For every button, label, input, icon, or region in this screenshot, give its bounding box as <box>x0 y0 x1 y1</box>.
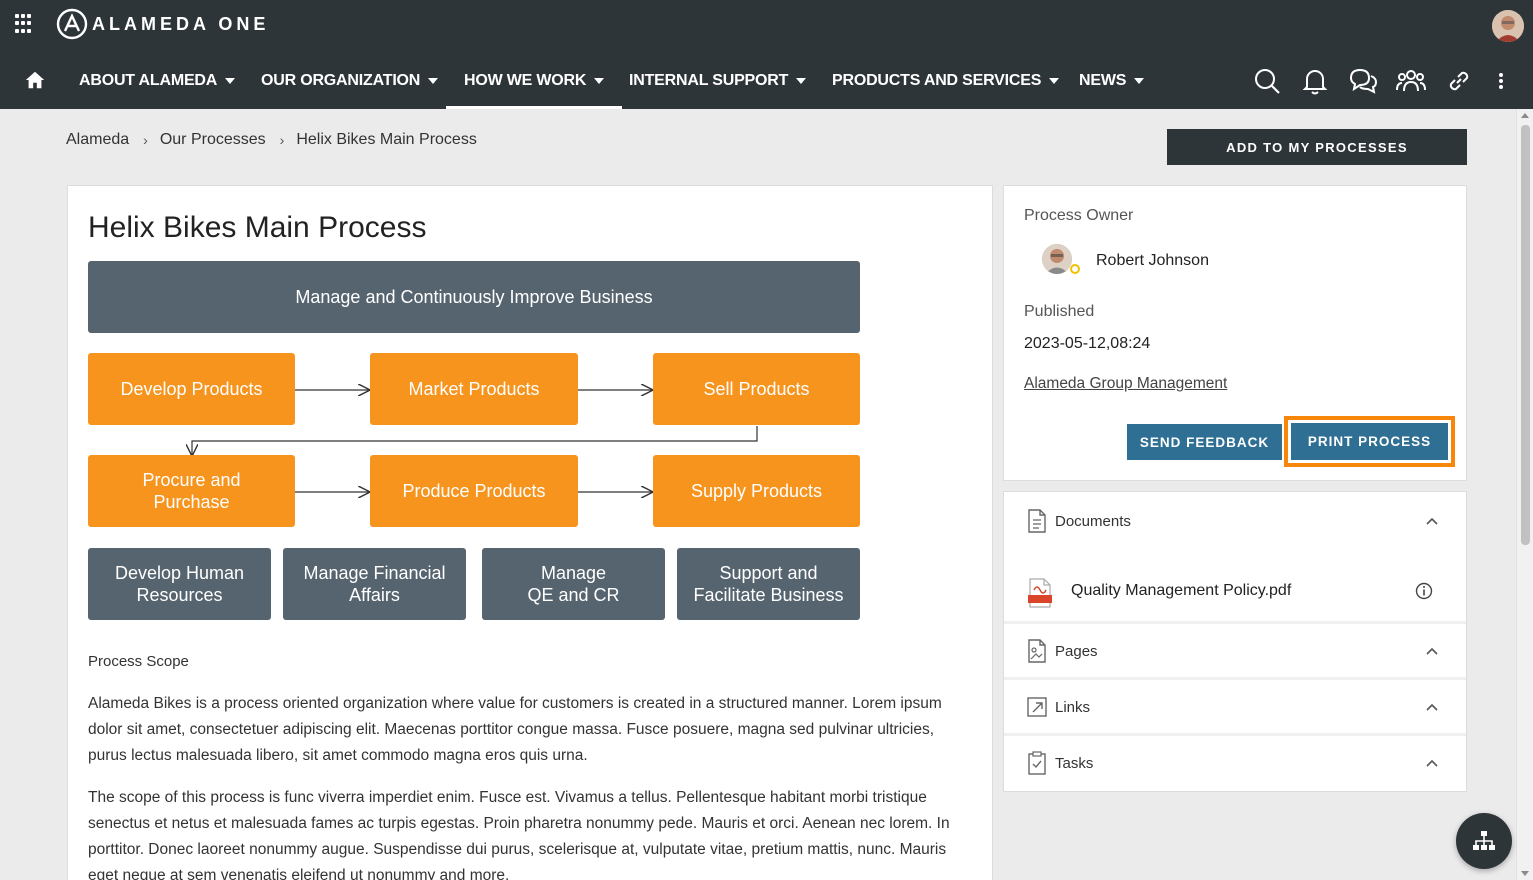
scroll-down-icon[interactable] <box>1521 871 1529 876</box>
sitemap-icon <box>1473 831 1495 850</box>
process-box-market-products[interactable]: Market Products <box>370 353 578 425</box>
accordion-label: Pages <box>1055 642 1098 660</box>
app-launcher-icon[interactable] <box>15 14 35 34</box>
search-icon[interactable] <box>1251 65 1283 97</box>
accordion-label: Links <box>1055 698 1091 716</box>
breadcrumb-item[interactable]: Alameda <box>66 131 129 149</box>
process-scope-heading: Process Scope <box>88 653 189 670</box>
process-diagram: Manage and Continuously Improve Business… <box>88 261 860 621</box>
nav-products-and-services[interactable]: PRODUCTS AND SERVICES <box>832 52 1060 109</box>
group-management-link[interactable]: Alameda Group Management <box>1024 375 1227 393</box>
owner-name[interactable]: Robert Johnson <box>1096 252 1209 270</box>
print-process-highlight: PRINT PROCESS <box>1284 416 1455 467</box>
accordion-tasks[interactable]: Tasks <box>1004 748 1466 778</box>
published-label: Published <box>1024 303 1095 320</box>
nav-label: HOW WE WORK <box>464 71 587 89</box>
process-box-develop-products[interactable]: Develop Products <box>88 353 295 425</box>
nav-label: PRODUCTS AND SERVICES <box>832 71 1042 89</box>
nav-icon-group <box>1251 65 1511 97</box>
process-box-support-business[interactable]: Support and Facilitate Business <box>677 548 860 620</box>
process-box-manage-financial[interactable]: Manage Financial Affairs <box>283 548 466 620</box>
add-to-my-processes-button[interactable]: ADD TO MY PROCESSES <box>1167 129 1467 165</box>
app-name: ALAMEDA ONE <box>92 13 270 34</box>
caret-down-icon <box>594 77 605 84</box>
send-feedback-button[interactable]: SEND FEEDBACK <box>1127 424 1282 460</box>
breadcrumb-current: Helix Bikes Main Process <box>296 131 477 148</box>
divider <box>1004 621 1466 624</box>
scroll-thumb[interactable] <box>1521 125 1530 545</box>
document-icon <box>1028 509 1046 533</box>
main-nav: ABOUT ALAMEDA OUR ORGANIZATION HOW WE WO… <box>0 52 1533 109</box>
document-item[interactable]: Quality Management Policy.pdf <box>1004 570 1466 614</box>
process-box-procure-purchase[interactable]: Procure and Purchase <box>88 455 295 527</box>
process-card: Helix Bikes Main Process Manage and Cont… <box>67 185 993 880</box>
divider <box>1004 733 1466 736</box>
process-box-supply-products[interactable]: Supply Products <box>653 455 860 527</box>
pages-icon <box>1028 639 1046 663</box>
people-icon[interactable] <box>1395 65 1427 97</box>
nav-how-we-work[interactable]: HOW WE WORK <box>446 52 623 109</box>
pdf-file-icon <box>1028 578 1052 608</box>
external-link-icon <box>1027 697 1047 717</box>
nav-label: NEWS <box>1079 71 1127 89</box>
bell-icon[interactable] <box>1299 65 1331 97</box>
accordion-label: Tasks <box>1055 754 1094 772</box>
page-title: Helix Bikes Main Process <box>88 211 427 244</box>
breadcrumb: Alameda › Our Processes › Helix Bikes Ma… <box>66 131 477 149</box>
owner-avatar[interactable] <box>1042 244 1072 274</box>
process-box-manage-qe-cr[interactable]: Manage QE and CR <box>482 548 665 620</box>
nav-label: OUR ORGANIZATION <box>261 71 421 89</box>
accordion-documents[interactable]: Documents <box>1004 506 1466 536</box>
scroll-up-icon[interactable] <box>1521 113 1529 118</box>
accordion-links[interactable]: Links <box>1004 692 1466 722</box>
user-avatar[interactable] <box>1492 10 1524 42</box>
chevron-up-icon[interactable] <box>1426 517 1438 525</box>
link-icon[interactable] <box>1443 65 1475 97</box>
presence-status-icon <box>1070 264 1080 274</box>
clipboard-check-icon <box>1028 751 1046 775</box>
caret-down-icon <box>1049 77 1060 84</box>
nav-internal-support[interactable]: INTERNAL SUPPORT <box>629 52 807 109</box>
nav-label: INTERNAL SUPPORT <box>629 71 789 89</box>
page-scrollbar[interactable] <box>1516 109 1533 880</box>
app-logo[interactable]: ALAMEDA ONE <box>56 8 269 40</box>
published-date: 2023-05-12,08:24 <box>1024 335 1151 352</box>
caret-down-icon <box>796 77 807 84</box>
document-name: Quality Management Policy.pdf <box>1071 582 1292 599</box>
top-bar: ALAMEDA ONE ABOUT ALAMEDA OUR ORGANIZATI… <box>0 0 1533 109</box>
accordion-pages[interactable]: Pages <box>1004 636 1466 666</box>
nav-news[interactable]: NEWS <box>1079 52 1145 109</box>
process-box-produce-products[interactable]: Produce Products <box>370 455 578 527</box>
process-box-develop-hr[interactable]: Develop Human Resources <box>88 548 271 620</box>
process-info-card: Process Owner Robert Johnson Published 2… <box>1003 185 1467 481</box>
chevron-up-icon[interactable] <box>1426 703 1438 711</box>
sitemap-fab-button[interactable] <box>1456 813 1512 869</box>
chevron-right-icon: › <box>279 132 285 148</box>
breadcrumb-item[interactable]: Our Processes <box>160 131 266 149</box>
logo-icon <box>56 8 88 40</box>
divider <box>1004 677 1466 680</box>
chevron-right-icon: › <box>143 132 148 148</box>
caret-down-icon <box>428 77 439 84</box>
more-vertical-icon[interactable] <box>1491 65 1511 97</box>
accordion-label: Documents <box>1055 512 1131 530</box>
process-box-manage-improve[interactable]: Manage and Continuously Improve Business <box>88 261 860 333</box>
caret-down-icon <box>1134 77 1145 84</box>
process-owner-label: Process Owner <box>1024 207 1134 224</box>
home-icon[interactable] <box>24 69 46 91</box>
nav-label: ABOUT ALAMEDA <box>79 71 218 89</box>
nav-our-organization[interactable]: OUR ORGANIZATION <box>261 52 439 109</box>
chevron-up-icon[interactable] <box>1426 647 1438 655</box>
resources-accordion: Documents Quality Management Policy.pdf … <box>1003 491 1467 792</box>
scope-paragraph: Alameda Bikes is a process oriented orga… <box>88 695 942 764</box>
chat-icon[interactable] <box>1347 65 1379 97</box>
info-icon[interactable] <box>1415 582 1433 600</box>
chevron-up-icon[interactable] <box>1426 759 1438 767</box>
caret-down-icon <box>225 77 236 84</box>
print-process-button[interactable]: PRINT PROCESS <box>1291 423 1448 460</box>
nav-about-alameda[interactable]: ABOUT ALAMEDA <box>79 52 236 109</box>
process-box-sell-products[interactable]: Sell Products <box>653 353 860 425</box>
scope-paragraph: The scope of this process is func viverr… <box>88 789 950 880</box>
